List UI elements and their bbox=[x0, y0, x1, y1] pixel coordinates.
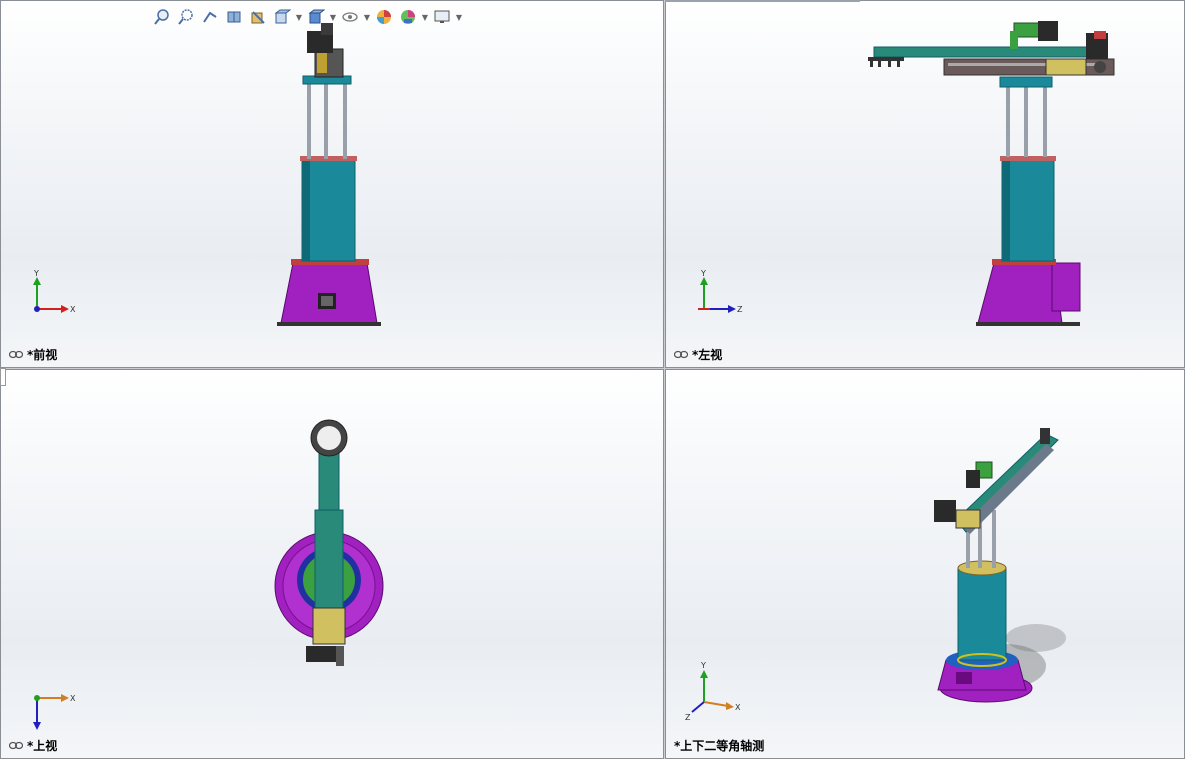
svg-text:Z: Z bbox=[685, 713, 691, 722]
svg-text:X: X bbox=[70, 694, 76, 703]
top-edge-strip bbox=[665, 0, 860, 2]
view-orientation-icon[interactable] bbox=[271, 6, 293, 28]
view-settings-icon[interactable] bbox=[431, 6, 453, 28]
viewport-top[interactable]: X *上视 bbox=[0, 369, 664, 759]
view-label-iso: *上下二等角轴测 bbox=[674, 737, 764, 754]
viewport-iso[interactable]: Y X Z *上下二等角轴测 bbox=[665, 369, 1185, 759]
chevron-down-icon[interactable]: ▼ bbox=[455, 6, 463, 28]
chevron-down-icon[interactable]: ▼ bbox=[421, 6, 429, 28]
link-icon bbox=[674, 350, 688, 359]
svg-text:Y: Y bbox=[700, 269, 706, 278]
chevron-down-icon[interactable]: ▼ bbox=[329, 6, 337, 28]
view-label-top: *上视 bbox=[9, 737, 57, 754]
triad-left: Y Z bbox=[698, 269, 743, 314]
link-icon bbox=[9, 741, 23, 750]
view-name: *前视 bbox=[27, 348, 58, 362]
svg-text:Y: Y bbox=[33, 269, 39, 278]
triad-front: Y X bbox=[33, 269, 76, 314]
previous-view-icon[interactable] bbox=[199, 6, 221, 28]
svg-text:X: X bbox=[70, 305, 76, 314]
chevron-down-icon[interactable]: ▼ bbox=[363, 6, 371, 28]
display-style-icon[interactable] bbox=[305, 6, 327, 28]
svg-text:Z: Z bbox=[737, 305, 743, 314]
dynamic-annotation-icon[interactable] bbox=[247, 6, 269, 28]
link-icon bbox=[9, 350, 23, 359]
chevron-down-icon[interactable]: ▼ bbox=[295, 6, 303, 28]
svg-text:Y: Y bbox=[700, 661, 706, 670]
triad-iso: Y X Z bbox=[685, 661, 741, 722]
zoom-to-area-icon[interactable] bbox=[175, 6, 197, 28]
view-name: *上下二等角轴测 bbox=[674, 739, 765, 753]
viewport-left[interactable]: Y Z *左视 bbox=[665, 0, 1185, 368]
svg-text:X: X bbox=[735, 703, 741, 712]
view-name: *上视 bbox=[27, 739, 58, 753]
viewport-front[interactable]: Y X *前视 ▼ ▼ ▼ ▼ ▼ bbox=[0, 0, 664, 368]
view-label-left: *左视 bbox=[674, 346, 722, 363]
view-label-front: *前视 bbox=[9, 346, 57, 363]
section-view-icon[interactable] bbox=[223, 6, 245, 28]
apply-scene-icon[interactable] bbox=[397, 6, 419, 28]
heads-up-view-toolbar: ▼ ▼ ▼ ▼ ▼ bbox=[151, 5, 463, 29]
triad-top: X bbox=[33, 694, 76, 730]
view-name: *左视 bbox=[692, 348, 723, 362]
hide-show-items-icon[interactable] bbox=[339, 6, 361, 28]
zoom-to-fit-icon[interactable] bbox=[151, 6, 173, 28]
edit-appearance-icon[interactable] bbox=[373, 6, 395, 28]
left-edge-handle[interactable] bbox=[0, 368, 6, 386]
